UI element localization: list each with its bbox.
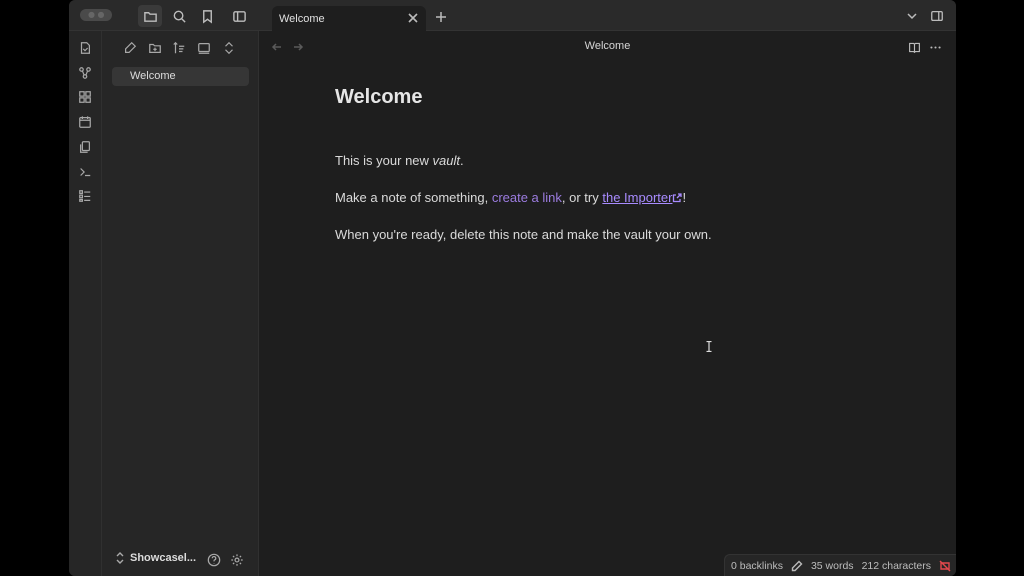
internal-link[interactable]: create a link — [492, 190, 562, 205]
character-count: 212 characters — [861, 559, 932, 572]
paragraph-ready: When you're ready, delete this note and … — [335, 227, 712, 242]
backlinks-count[interactable]: 0 backlinks — [731, 560, 783, 572]
external-link-importer[interactable]: the Importer — [602, 190, 683, 205]
vault-switcher[interactable]: Showcasel... — [115, 552, 196, 564]
more-options-icon[interactable] — [926, 38, 944, 56]
view-title[interactable]: Welcome — [259, 40, 956, 52]
chevron-up-down-icon — [116, 552, 124, 564]
right-sidebar-toggle-icon[interactable] — [928, 7, 946, 25]
tab-bar: ● ● Welcome — [69, 0, 956, 31]
terminal-icon[interactable] — [77, 164, 93, 180]
bookmark-icon[interactable] — [195, 5, 219, 27]
task-list-icon[interactable] — [77, 188, 93, 204]
text: Make a note of something, — [335, 190, 492, 205]
sidebar-footer: Showcasel... — [102, 544, 259, 576]
reading-view-icon[interactable] — [905, 38, 923, 56]
note-heading: Welcome — [335, 86, 423, 108]
graph-view-icon[interactable] — [77, 65, 93, 81]
sync-off-icon[interactable] — [939, 560, 951, 572]
text-cursor-icon — [706, 339, 712, 353]
emphasis-text: vault — [432, 153, 461, 168]
sort-icon[interactable] — [170, 39, 188, 57]
app-window: ● ● Welcome Welcome Showcasel... Welcome… — [69, 0, 956, 576]
close-icon[interactable] — [406, 11, 420, 25]
tab-label: Welcome — [279, 12, 325, 25]
file-explorer: Welcome Showcasel... — [102, 31, 259, 576]
window-controls[interactable]: ● ● — [80, 9, 112, 21]
word-count: 35 words — [810, 559, 854, 572]
link-text: the Importer — [602, 190, 673, 205]
gear-icon[interactable] — [229, 552, 245, 568]
file-item-label: Welcome — [130, 70, 176, 82]
files-icon[interactable] — [138, 5, 162, 27]
canvas-icon[interactable] — [77, 89, 93, 105]
new-tab-icon[interactable] — [432, 8, 450, 26]
help-icon[interactable] — [206, 552, 222, 568]
new-note-icon[interactable] — [121, 39, 139, 57]
note-content[interactable]: Welcome This is your new vault. Make a n… — [335, 86, 855, 264]
auto-reveal-icon[interactable] — [195, 39, 213, 57]
edit-mode-icon[interactable] — [791, 560, 803, 572]
search-icon[interactable] — [167, 5, 191, 27]
editor-pane: Welcome Welcome This is your new vault. … — [259, 31, 956, 576]
text: This is your new — [335, 153, 433, 168]
paragraph-links: Make a note of something, create a link,… — [335, 190, 855, 206]
text: ! — [682, 190, 687, 205]
vault-name: Showcasel... — [130, 552, 197, 564]
status-bar: 0 backlinks 35 words 212 characters — [724, 554, 956, 576]
templates-icon[interactable] — [77, 139, 93, 155]
external-link-icon — [672, 191, 683, 203]
open-quick-switcher-icon[interactable] — [77, 40, 93, 56]
chevron-down-icon[interactable] — [903, 7, 921, 25]
ribbon — [69, 31, 102, 576]
text: , or try — [561, 190, 603, 205]
file-item-welcome[interactable]: Welcome — [112, 67, 249, 86]
collapse-all-icon[interactable] — [220, 39, 238, 57]
paragraph-vault: This is your new vault. — [335, 153, 855, 169]
tab-welcome[interactable]: Welcome — [272, 6, 426, 31]
sidebar-toggle-icon[interactable] — [227, 5, 251, 27]
calendar-icon[interactable] — [77, 114, 93, 130]
text: . — [460, 153, 464, 168]
new-folder-icon[interactable] — [146, 39, 164, 57]
